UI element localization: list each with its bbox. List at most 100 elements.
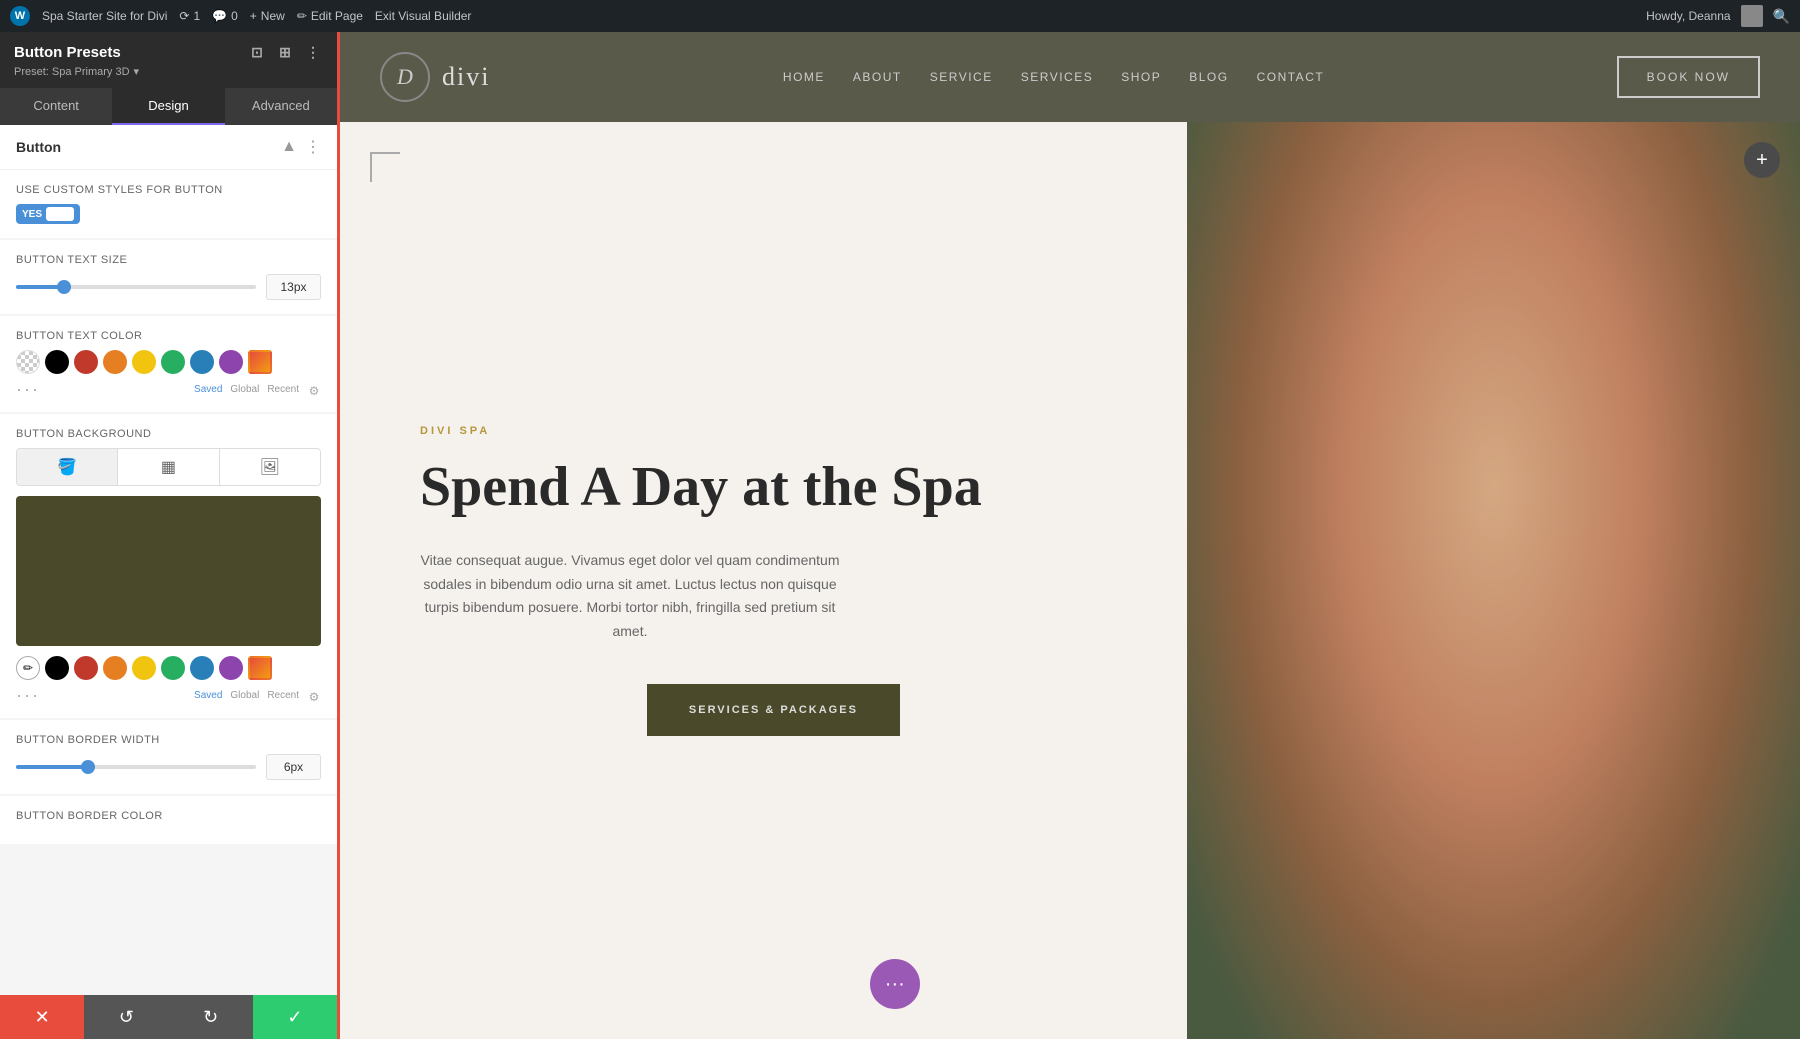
nav-service[interactable]: SERVICE [930,70,993,84]
panel-title-text: Button Presets [14,44,121,61]
save-button[interactable]: ✓ [253,995,337,1039]
color-swatch-yellow[interactable] [132,350,156,374]
color-settings-icon[interactable]: ⚙ [307,384,321,398]
site-name-link[interactable]: Spa Starter Site for Divi [42,9,167,23]
text-size-thumb[interactable] [57,280,71,294]
wp-logo[interactable]: W [10,6,30,26]
custom-styles-label: Use Custom Styles For Button [16,184,321,196]
panel-preset[interactable]: Preset: Spa Primary 3D ▾ [14,65,323,78]
bg-more-dots[interactable]: ··· [16,686,40,704]
book-now-button[interactable]: BOOK NOW [1617,56,1760,98]
color-swatch-custom[interactable] [248,350,272,374]
section-header-icons: ▲ ⋮ [281,137,321,157]
more-colors-dots[interactable]: ··· [16,380,40,398]
nav-about[interactable]: ABOUT [853,70,902,84]
undo-button[interactable]: ↺ [84,995,168,1039]
nav-shop[interactable]: SHOP [1121,70,1161,84]
bg-type-gradient[interactable]: ▦ [118,449,219,485]
bg-swatch-yellow[interactable] [132,656,156,680]
nav-blog[interactable]: BLOG [1189,70,1228,84]
section-more-icon[interactable]: ⋮ [305,137,321,157]
nav-contact[interactable]: CONTACT [1257,70,1325,84]
color-swatch-green[interactable] [161,350,185,374]
panel-header: Button Presets ⊡ ⊞ ⋮ Preset: Spa Primary… [0,32,337,88]
plus-icon: + [250,9,257,23]
edit-page-label: Edit Page [311,9,363,23]
bg-meta-global[interactable]: Global [230,690,259,704]
edit-page-link[interactable]: ✏ Edit Page [297,9,363,23]
color-meta-saved[interactable]: Saved [194,384,222,398]
text-size-value[interactable]: 13px [266,274,321,300]
add-element-button[interactable]: + [1744,142,1780,178]
border-width-label: Button Border Width [16,734,321,746]
tab-design[interactable]: Design [112,88,224,125]
undo-icon: ↺ [119,1007,134,1028]
collapse-icon[interactable]: ▲ [281,138,297,156]
bg-swatch-custom[interactable] [248,656,272,680]
new-link[interactable]: + New [250,9,285,23]
hero-left: DIVI SPA Spend A Day at the Spa Vitae co… [340,122,1187,1039]
color-swatch-purple[interactable] [219,350,243,374]
custom-styles-toggle[interactable]: YES [16,204,80,224]
chevron-down-icon: ▾ [134,65,140,78]
border-width-slider-row: 6px [16,754,321,780]
bg-swatch-purple[interactable] [219,656,243,680]
color-swatch-transparent[interactable] [16,350,40,374]
color-meta-global[interactable]: Global [230,384,259,398]
bg-swatch-orange[interactable] [103,656,127,680]
text-size-track[interactable] [16,285,256,289]
color-swatch-red[interactable] [74,350,98,374]
bg-field: Button Background 🪣 ▦ 🖼 ✏ [0,414,337,718]
exit-builder-link[interactable]: Exit Visual Builder [375,9,472,23]
color-meta-recent[interactable]: Recent [267,384,299,398]
cancel-button[interactable]: ✕ [0,995,84,1039]
bg-swatch-black[interactable] [45,656,69,680]
save-icon: ✓ [287,1007,302,1028]
bg-label: Button Background [16,428,321,440]
border-width-track[interactable] [16,765,256,769]
bg-swatch-green[interactable] [161,656,185,680]
hero-cta-button[interactable]: SERVICES & PACKAGES [647,684,900,736]
comments-count: 0 [231,9,238,23]
color-swatch-black[interactable] [45,350,69,374]
color-swatch-blue[interactable] [190,350,214,374]
site-nav: D divi HOME ABOUT SERVICE SERVICES SHOP … [340,32,1800,122]
border-width-value[interactable]: 6px [266,754,321,780]
bg-type-color[interactable]: 🪣 [17,449,118,485]
panel-layout-icon[interactable]: ⊞ [275,42,295,62]
panel-minimize-icon[interactable]: ⊡ [247,42,267,62]
color-swatch-orange[interactable] [103,350,127,374]
bg-type-image[interactable]: 🖼 [220,449,320,485]
redo-icon: ↻ [203,1007,218,1028]
panel-more-icon[interactable]: ⋮ [303,42,323,62]
bg-swatch-red[interactable] [74,656,98,680]
text-size-field: Button Text Size 13px [0,240,337,314]
bg-swatch-blue[interactable] [190,656,214,680]
howdy-text: Howdy, Deanna [1646,9,1731,23]
module-options-button[interactable]: ··· [870,959,920,1009]
hero-title: Spend A Day at the Spa [420,457,1127,519]
text-color-field: Button Text Color ··· Saved G [0,316,337,412]
updates-link[interactable]: ⟳ 1 [179,9,200,23]
nav-home[interactable]: HOME [783,70,825,84]
admin-bar-right: Howdy, Deanna 🔍 [1646,5,1790,27]
nav-services[interactable]: SERVICES [1021,70,1093,84]
search-icon[interactable]: 🔍 [1773,8,1790,25]
border-width-thumb[interactable] [81,760,95,774]
tab-content[interactable]: Content [0,88,112,125]
bg-settings-icon[interactable]: ⚙ [307,690,321,704]
comments-link[interactable]: 💬 0 [212,9,238,23]
bg-meta-recent[interactable]: Recent [267,690,299,704]
bg-color-preview[interactable] [16,496,321,646]
button-section-header: Button ▲ ⋮ [0,125,337,170]
bg-meta-saved[interactable]: Saved [194,690,222,704]
tab-advanced[interactable]: Advanced [225,88,337,125]
hero-description: Vitae consequat augue. Vivamus eget dolo… [420,549,840,644]
left-panel: Button Presets ⊡ ⊞ ⋮ Preset: Spa Primary… [0,32,340,1039]
border-width-field: Button Border Width 6px [0,720,337,794]
panel-content: Button ▲ ⋮ Use Custom Styles For Button … [0,125,337,995]
main-layout: Button Presets ⊡ ⊞ ⋮ Preset: Spa Primary… [0,32,1800,1039]
redo-button[interactable]: ↻ [169,995,253,1039]
bg-swatch-pencil[interactable]: ✏ [16,656,40,680]
toggle-yes-text: YES [22,209,42,220]
